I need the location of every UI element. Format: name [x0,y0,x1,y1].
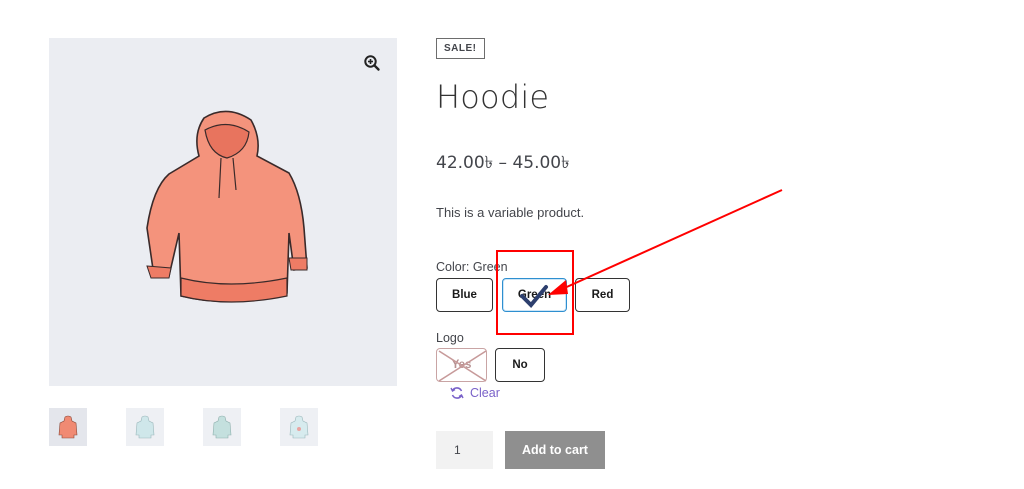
quantity-input[interactable]: 1 [436,431,493,469]
clear-selection-link[interactable]: Clear [450,386,500,400]
hoodie-image [146,110,308,303]
zoom-in-icon[interactable] [363,54,381,72]
clear-label: Clear [470,386,500,400]
logo-option-yes: Yes [436,348,487,382]
color-option-red[interactable]: Red [575,278,630,312]
thumbnail-hoodie-red[interactable] [49,408,87,446]
product-description: This is a variable product. [436,205,585,220]
refresh-icon [450,387,464,399]
thumbnail-hoodie-blue[interactable] [126,408,164,446]
unavailable-cross-icon [438,350,487,382]
product-image[interactable] [49,38,397,386]
color-option-green[interactable]: Green [502,278,567,312]
product-price: 42.00৳ – 45.00৳ [436,153,570,173]
color-option-blue[interactable]: Blue [436,278,493,312]
logo-option-no[interactable]: No [495,348,545,382]
annotation-arrow [559,189,783,291]
thumbnail-hoodie-green[interactable] [203,408,241,446]
color-attribute-label: Color: Green [436,260,508,274]
thumbnail-hoodie-logo[interactable] [280,408,318,446]
gallery-thumbnails [49,408,318,446]
add-to-cart-button[interactable]: Add to cart [505,431,605,469]
logo-attribute-label: Logo [436,331,464,345]
product-title: Hoodie [436,78,550,116]
sale-badge: SALE! [436,38,485,59]
